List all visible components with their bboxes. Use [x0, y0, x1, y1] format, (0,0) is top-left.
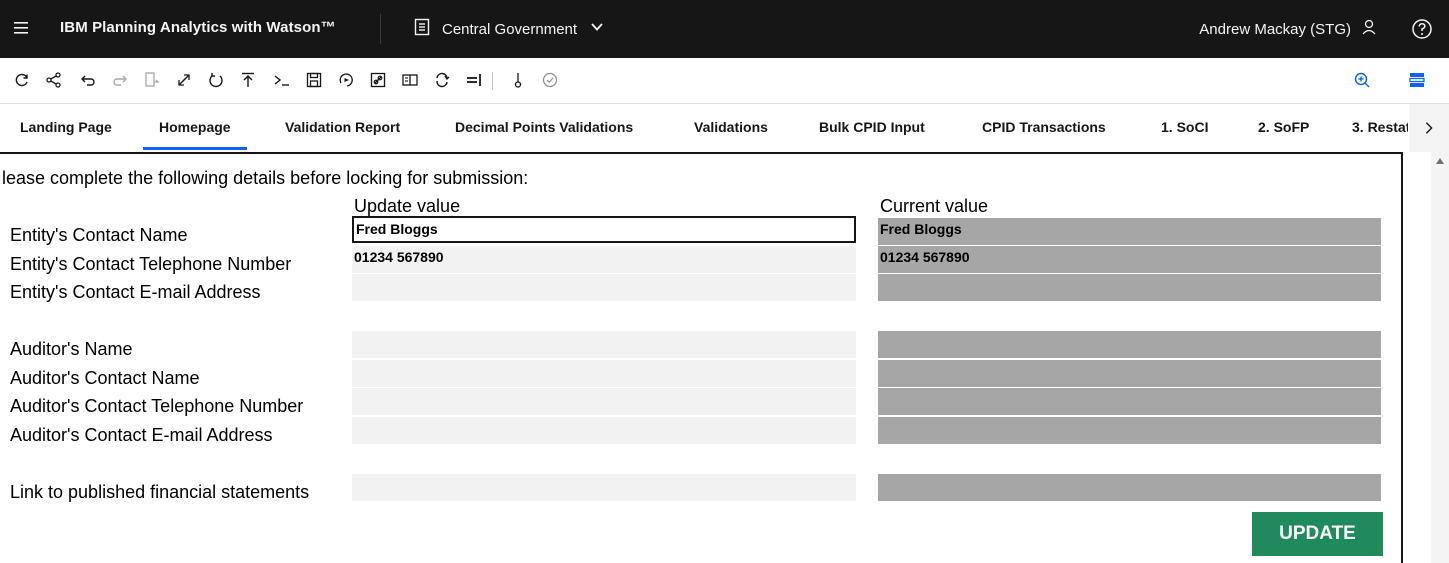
current-cell-entity-contact-email: [878, 274, 1381, 301]
upload-icon[interactable]: [236, 68, 260, 92]
worksheet-area: lease complete the following details bef…: [0, 152, 1449, 563]
toolbar-separator: [492, 72, 493, 90]
terminal-icon[interactable]: [270, 68, 294, 92]
chevron-right-icon: [1425, 122, 1433, 134]
sheet-tabs: Landing Page Homepage Validation Report …: [0, 104, 1449, 152]
share-icon[interactable]: [42, 68, 66, 92]
redo-icon[interactable]: [108, 68, 132, 92]
update-button[interactable]: UPDATE: [1252, 512, 1383, 556]
row-label: Entity's Contact E-mail Address: [10, 282, 261, 302]
row-label: Link to published financial statements: [10, 482, 310, 502]
tab-validations[interactable]: Validations: [694, 104, 768, 150]
spread-icon[interactable]: [506, 68, 530, 92]
user-icon: [1361, 18, 1377, 40]
model-name: Central Government: [442, 20, 578, 38]
chevron-down-icon: [589, 19, 605, 40]
vertical-scrollbar[interactable]: [1431, 152, 1449, 563]
expand-icon[interactable]: [172, 68, 196, 92]
update-cell-auditor-contact-name[interactable]: [352, 360, 856, 387]
product-name: IBM Planning Analytics with Watson™: [60, 19, 336, 36]
book-icon[interactable]: [398, 68, 422, 92]
update-cell-entity-contact-name[interactable]: Fred Bloggs: [352, 216, 856, 243]
current-value-header: Current value: [880, 196, 989, 216]
header-divider: [380, 14, 381, 44]
notebook-icon: [414, 18, 430, 41]
update-value-header: Update value: [354, 196, 461, 216]
tab-restate[interactable]: 3. Restate: [1352, 104, 1408, 150]
row-label: Entity's Contact Telephone Number: [10, 254, 292, 274]
undo-icon[interactable]: [76, 68, 100, 92]
tab-homepage[interactable]: Homepage: [143, 104, 247, 150]
hamburger-menu-icon[interactable]: [12, 19, 30, 37]
row-label: Entity's Contact Name: [10, 225, 188, 245]
toolbar: [0, 58, 1449, 104]
copy-icon[interactable]: [140, 68, 164, 92]
tab-sofp[interactable]: 2. SoFP: [1258, 104, 1309, 150]
reset-icon[interactable]: [204, 68, 228, 92]
update-cell-entity-contact-telephone[interactable]: 01234 567890: [352, 246, 856, 273]
row-label: Auditor's Name: [10, 339, 133, 359]
row-label: Auditor's Contact Name: [10, 368, 200, 388]
worksheet-frame: lease complete the following details bef…: [0, 152, 1403, 563]
update-cell-auditor-name[interactable]: [352, 331, 856, 358]
current-cell-entity-contact-telephone: 01234 567890: [878, 246, 1381, 273]
tab-cpid-transactions[interactable]: CPID Transactions: [982, 104, 1106, 150]
tab-soci[interactable]: 1. SoCI: [1161, 104, 1208, 150]
tab-validation-report[interactable]: Validation Report: [285, 104, 400, 150]
tab-bulk-cpid-input[interactable]: Bulk CPID Input: [819, 104, 925, 150]
model-selector[interactable]: Central Government: [414, 12, 605, 46]
user-name: Andrew Mackay (STG): [1199, 20, 1351, 38]
tabs-strip: Landing Page Homepage Validation Report …: [0, 104, 1408, 152]
update-cell-published-statements-link[interactable]: [352, 474, 856, 501]
current-cell-auditor-contact-telephone: [878, 388, 1381, 415]
sync-icon[interactable]: [430, 68, 454, 92]
row-label: Auditor's Contact Telephone Number: [10, 396, 304, 416]
scroll-up-arrow-icon[interactable]: [1436, 158, 1444, 164]
update-cell-auditor-contact-telephone[interactable]: [352, 388, 856, 415]
update-cell-entity-contact-email[interactable]: [352, 274, 856, 301]
check-icon[interactable]: [538, 68, 562, 92]
tab-decimal-points-validations[interactable]: Decimal Points Validations: [455, 104, 633, 150]
instructions-text: lease complete the following details bef…: [2, 168, 529, 188]
layout-icon[interactable]: [1405, 68, 1429, 92]
tabs-scroll-right-button[interactable]: [1409, 104, 1449, 152]
current-cell-entity-contact-name: Fred Bloggs: [878, 218, 1381, 245]
current-cell-auditor-contact-name: [878, 360, 1381, 387]
save-icon[interactable]: [302, 68, 326, 92]
refresh-icon[interactable]: [10, 68, 34, 92]
user-menu[interactable]: Andrew Mackay (STG): [1199, 12, 1377, 46]
tab-landing-page[interactable]: Landing Page: [20, 104, 112, 150]
row-label: Auditor's Contact E-mail Address: [10, 425, 273, 445]
align-icon[interactable]: [462, 68, 486, 92]
current-cell-auditor-name: [878, 331, 1381, 358]
top-bar: IBM Planning Analytics with Watson™ Cent…: [0, 0, 1449, 58]
link-icon[interactable]: [366, 68, 390, 92]
help-icon[interactable]: [1411, 18, 1433, 40]
current-cell-auditor-contact-email: [878, 417, 1381, 444]
zoom-icon[interactable]: [1350, 68, 1374, 92]
update-cell-auditor-contact-email[interactable]: [352, 417, 856, 444]
play-icon[interactable]: [334, 68, 358, 92]
current-cell-published-statements-link: [878, 474, 1381, 501]
